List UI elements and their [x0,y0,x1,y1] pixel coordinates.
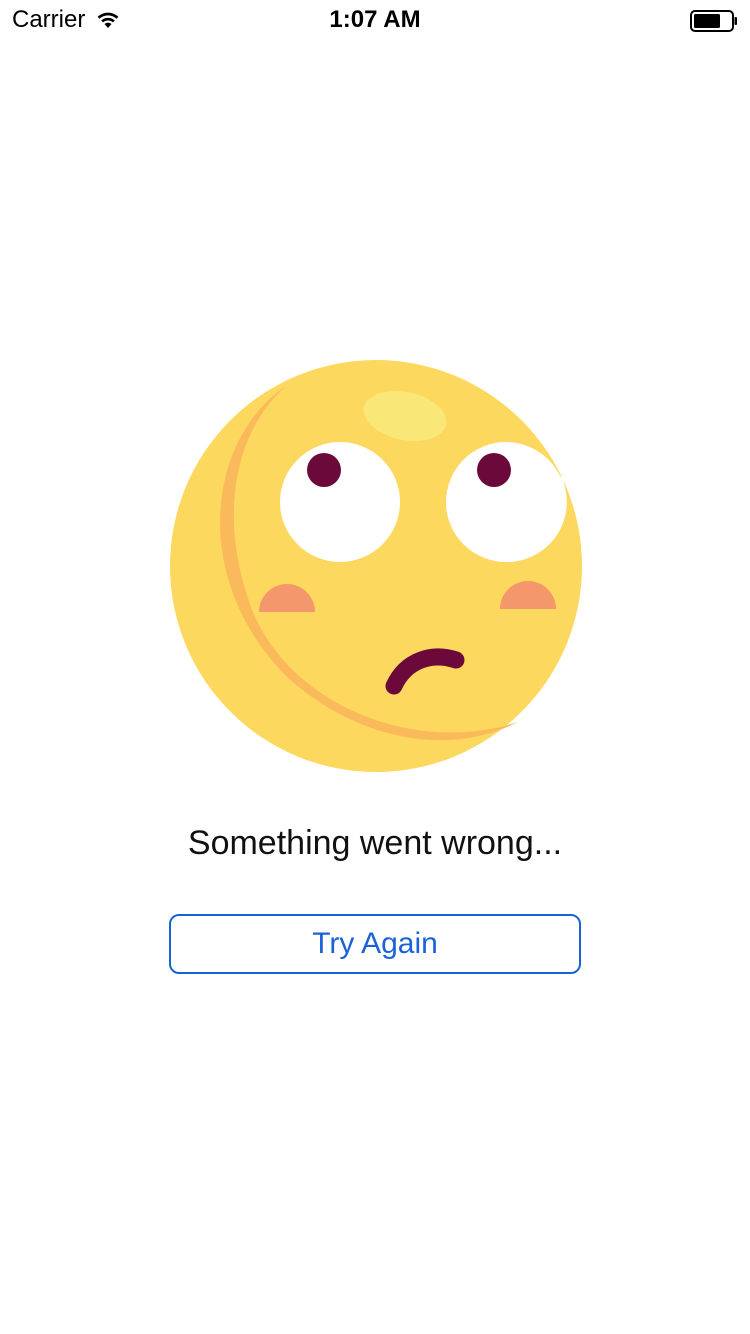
error-message: Something went wrong... [187,824,563,862]
confused-face-icon [170,360,582,772]
status-bar: Carrier 1:07 AM [0,0,750,40]
try-again-button[interactable]: Try Again [169,914,581,974]
error-screen: Carrier 1:07 AM Something went wrong... … [0,0,750,1334]
status-time: 1:07 AM [329,6,421,33]
battery-icon [690,10,737,32]
